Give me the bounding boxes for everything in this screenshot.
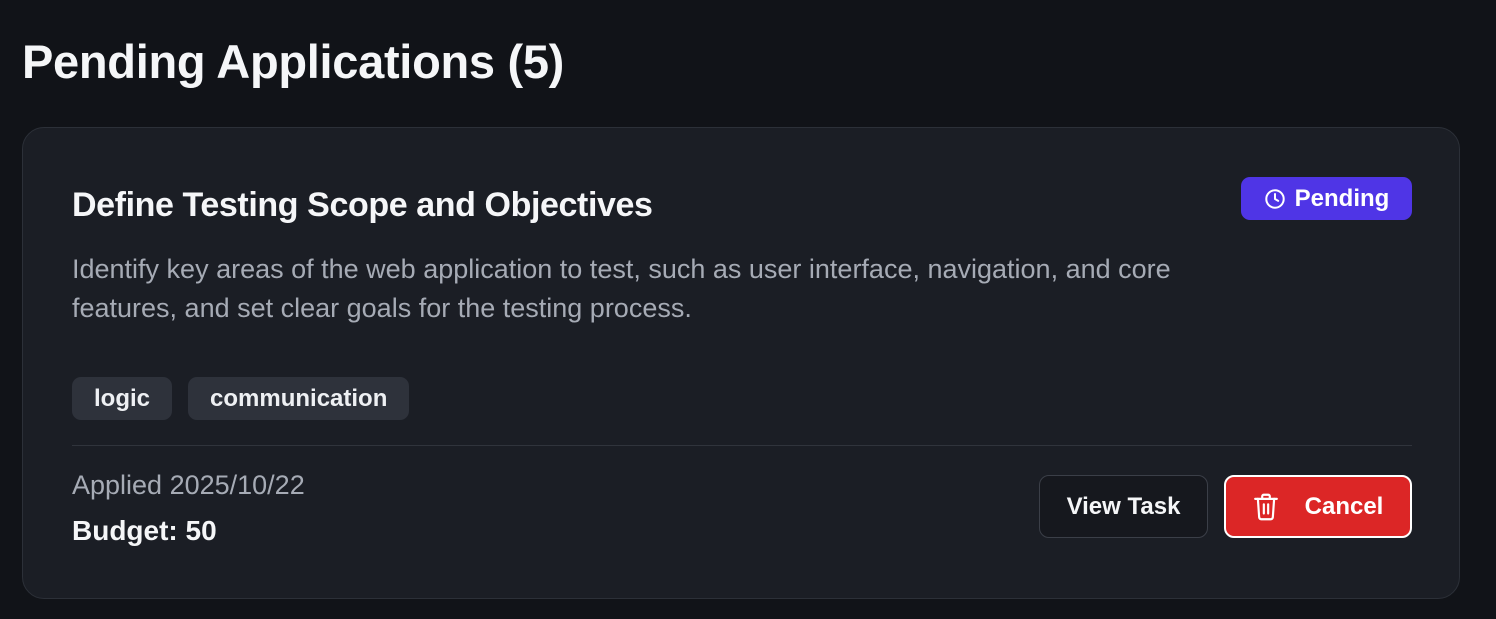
cancel-label: Cancel [1304,492,1384,520]
applied-date: Applied 2025/10/22 [72,470,305,500]
budget: Budget: 50 [72,515,217,546]
clock-icon [1264,188,1286,210]
status-badge: Pending [1241,177,1412,220]
status-label: Pending [1294,184,1390,212]
tag: logic [72,377,173,420]
view-task-label: View Task [1066,492,1181,520]
cancel-button[interactable]: Cancel [1224,475,1412,538]
tag: communication [188,377,410,420]
trash-icon [1253,492,1279,522]
page-title: Pending Applications (5) [22,35,565,88]
view-task-button[interactable]: View Task [1039,475,1208,538]
application-card: Define Testing Scope and Objectives Pend… [22,127,1460,599]
task-description: Identify key areas of the web applicatio… [72,254,1171,323]
tag-list: logic communication [72,377,410,420]
divider [72,445,1412,446]
task-title: Define Testing Scope and Objectives [72,186,653,224]
